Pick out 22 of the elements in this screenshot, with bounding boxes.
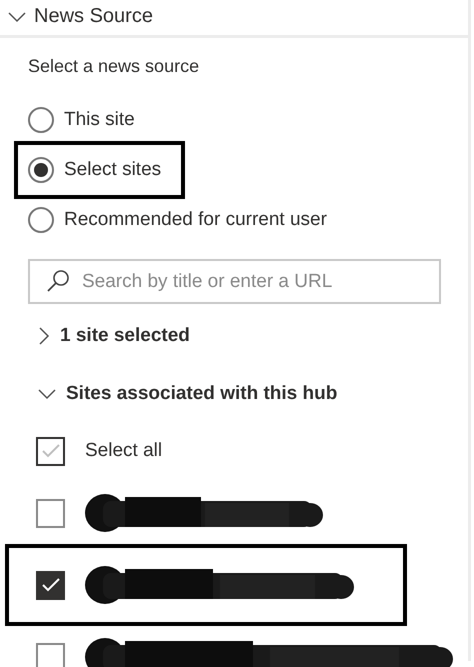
group-toggle[interactable]: Sites associated with this hub <box>66 383 338 405</box>
check-icon <box>40 443 60 459</box>
checkbox[interactable] <box>36 498 65 528</box>
checkbox[interactable] <box>36 570 65 600</box>
radio-button[interactable] <box>28 207 54 233</box>
section-title[interactable]: News Source <box>34 5 153 28</box>
radio-label[interactable]: Select sites <box>64 159 162 181</box>
radio-button[interactable] <box>28 157 54 183</box>
radio-label[interactable]: This site <box>64 109 135 131</box>
chevron-icon[interactable] <box>38 327 50 345</box>
search-icon <box>46 269 70 293</box>
checkbox[interactable] <box>36 436 65 466</box>
group-toggle[interactable]: 1 site selected <box>60 325 190 347</box>
group-label: Select a news source <box>28 56 200 77</box>
chevron-icon[interactable] <box>38 388 56 400</box>
chevron-icon[interactable] <box>8 10 26 22</box>
radio-label[interactable]: Recommended for current user <box>64 209 327 231</box>
radio-button[interactable] <box>28 107 54 133</box>
check-icon <box>40 577 60 593</box>
checkbox[interactable] <box>36 642 65 667</box>
search-field[interactable]: Search by title or enter a URL <box>28 259 441 304</box>
checkbox-label[interactable]: Select all <box>85 440 162 462</box>
